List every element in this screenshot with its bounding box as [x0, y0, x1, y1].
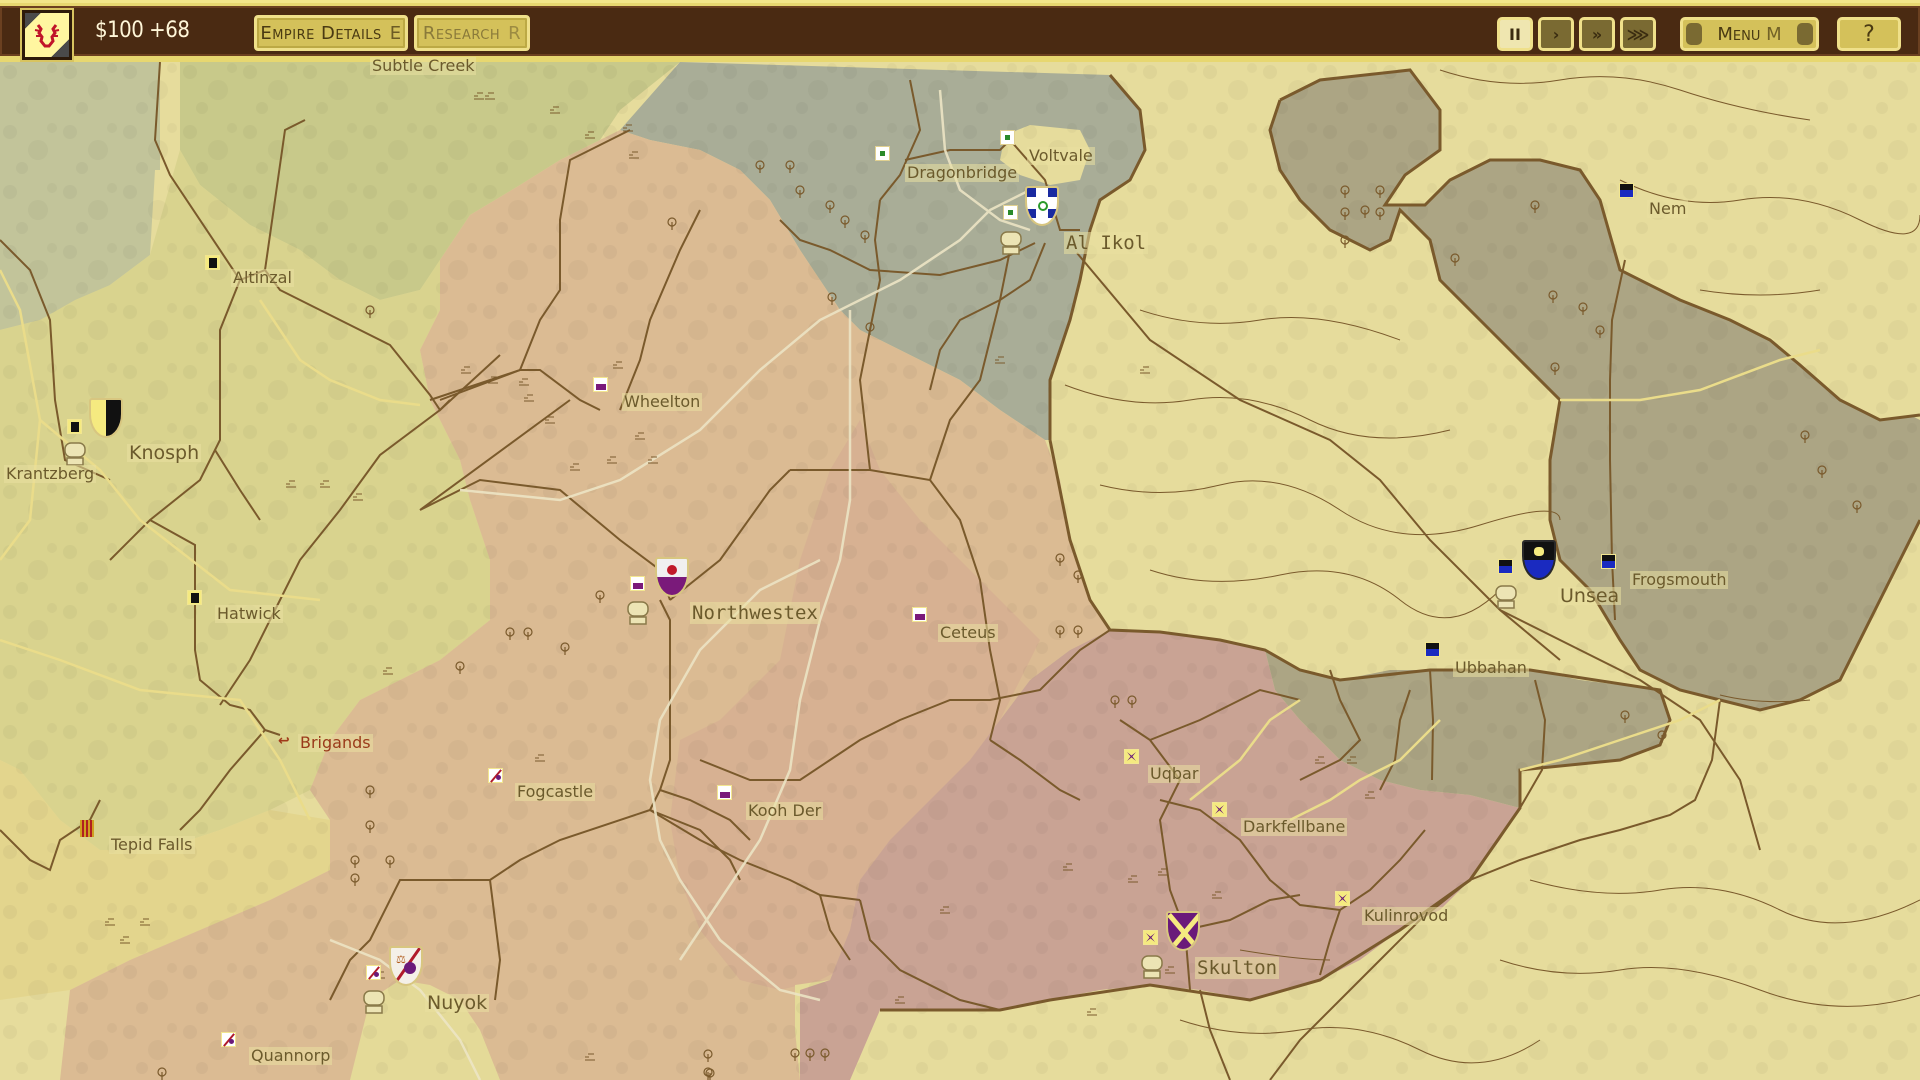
place-subtle-creek[interactable]: Subtle Creek — [370, 57, 477, 75]
skulton-capital-shield[interactable] — [1166, 911, 1200, 951]
top-bar: $100 +68 Empire Details E Research R II … — [0, 0, 1920, 62]
empire-details-label: Empire Details — [260, 22, 382, 44]
scales-icon: ⚖ — [396, 953, 406, 966]
place-ceteus[interactable]: Ceteus — [938, 624, 998, 642]
player-emblem-button[interactable] — [20, 8, 74, 62]
place-skulton[interactable]: Skulton — [1195, 957, 1280, 979]
place-unsea[interactable]: Unsea — [1558, 587, 1622, 606]
nuyok-banner-fogcastle[interactable] — [488, 768, 503, 783]
northwestex-banner-wheelton[interactable] — [593, 377, 608, 392]
place-brigands[interactable]: Brigands — [298, 734, 373, 752]
place-uqbar[interactable]: Uqbar — [1148, 765, 1201, 783]
dragon-emblem-icon — [34, 24, 60, 48]
place-knosph[interactable]: Knosph — [127, 444, 202, 463]
menu-left-cap — [1686, 23, 1702, 45]
play-icon: › — [1552, 24, 1560, 44]
caravan-icon-skulton[interactable] — [1140, 955, 1164, 981]
world-map[interactable] — [0, 0, 1920, 1080]
place-kulinrovod[interactable]: Kulinrovod — [1362, 907, 1451, 925]
unsea-banner-ubbahan[interactable] — [1425, 642, 1440, 657]
place-ubbahan[interactable]: Ubbahan — [1453, 659, 1529, 677]
research-button[interactable]: Research R — [414, 15, 530, 51]
knosph-banner-altinzal[interactable] — [205, 255, 220, 270]
skulton-banner-uqbar[interactable] — [1124, 749, 1139, 764]
place-krantzberg[interactable]: Krantzberg — [4, 465, 97, 483]
skulton-banner-darkfellbane[interactable] — [1212, 802, 1227, 817]
place-darkfellbane[interactable]: Darkfellbane — [1241, 818, 1348, 836]
skulton-banner-kulinrovod[interactable] — [1335, 891, 1350, 906]
menu-text: Menu — [1717, 23, 1761, 45]
nuyok-banner-nuyok[interactable] — [366, 965, 381, 980]
nuyok-banner-quannorp[interactable] — [221, 1032, 236, 1047]
fastest-speed-button[interactable]: ⋙ — [1620, 17, 1656, 51]
help-button[interactable]: ? — [1837, 17, 1901, 51]
knosph-banner-krantzberg[interactable] — [67, 419, 82, 434]
place-northwestex[interactable]: Northwestex — [690, 602, 820, 624]
unsea-banner-nem[interactable] — [1619, 183, 1634, 198]
alikol-banner-voltvale[interactable] — [1000, 130, 1015, 145]
caravan-icon-nuyok[interactable] — [362, 990, 386, 1016]
place-nuyok[interactable]: Nuyok — [425, 994, 490, 1013]
place-altinzal[interactable]: Altinzal — [231, 269, 294, 287]
fast-speed-button[interactable]: » — [1579, 17, 1615, 51]
fast-forward-icon: » — [1591, 24, 1603, 44]
caravan-icon-unsea[interactable] — [1494, 585, 1518, 611]
northwestex-banner-northwestex[interactable] — [630, 576, 645, 591]
play-speed-button[interactable]: › — [1538, 17, 1574, 51]
caravan-icon-alikol[interactable] — [999, 231, 1023, 257]
northwestex-banner-ceteus[interactable] — [912, 607, 927, 622]
research-hotkey: R — [508, 22, 522, 44]
pause-icon: II — [1509, 24, 1521, 44]
place-tepid-falls[interactable]: Tepid Falls — [109, 836, 195, 854]
place-kooh-der[interactable]: Kooh Der — [746, 802, 824, 820]
place-voltvale[interactable]: Voltvale — [1027, 147, 1095, 165]
menu-label: Menu M — [1705, 21, 1794, 47]
help-icon: ? — [1863, 21, 1875, 47]
place-fogcastle[interactable]: Fogcastle — [515, 783, 596, 801]
skulton-banner-skulton[interactable] — [1143, 930, 1158, 945]
menu-right-cap — [1797, 23, 1813, 45]
place-quannorp[interactable]: Quannorp — [249, 1047, 333, 1065]
brigands-icon[interactable]: ↩ — [278, 733, 290, 749]
place-wheelton[interactable]: Wheelton — [622, 393, 703, 411]
knosph-banner-hatwick[interactable] — [187, 590, 202, 605]
terrain-texture — [0, 0, 1920, 1080]
place-nem[interactable]: Nem — [1647, 200, 1689, 218]
fastest-forward-icon: ⋙ — [1626, 24, 1650, 44]
menu-hotkey: M — [1766, 23, 1782, 45]
alikol-banner-alikol[interactable] — [1003, 205, 1018, 220]
place-al-ikol[interactable]: Al Ikol — [1064, 232, 1149, 254]
unsea-banner-unsea[interactable] — [1498, 559, 1513, 574]
place-frogsmouth[interactable]: Frogsmouth — [1630, 571, 1729, 589]
tepid-falls-banner[interactable] — [80, 820, 94, 837]
empire-details-hotkey: E — [389, 22, 402, 44]
northwestex-banner-kooh-der[interactable] — [717, 785, 732, 800]
research-label: Research — [422, 22, 501, 44]
alikol-banner-dragonbridge[interactable] — [875, 146, 890, 161]
caravan-icon-northwestex[interactable] — [626, 601, 650, 627]
place-dragonbridge[interactable]: Dragonbridge — [905, 164, 1020, 182]
empire-details-button[interactable]: Empire Details E — [254, 15, 408, 51]
place-hatwick[interactable]: Hatwick — [215, 605, 283, 623]
treasury-display: $100 +68 — [95, 18, 190, 43]
menu-button[interactable]: Menu M — [1680, 17, 1819, 51]
pause-button[interactable]: II — [1497, 17, 1533, 51]
unsea-banner-frogsmouth[interactable] — [1601, 554, 1616, 569]
